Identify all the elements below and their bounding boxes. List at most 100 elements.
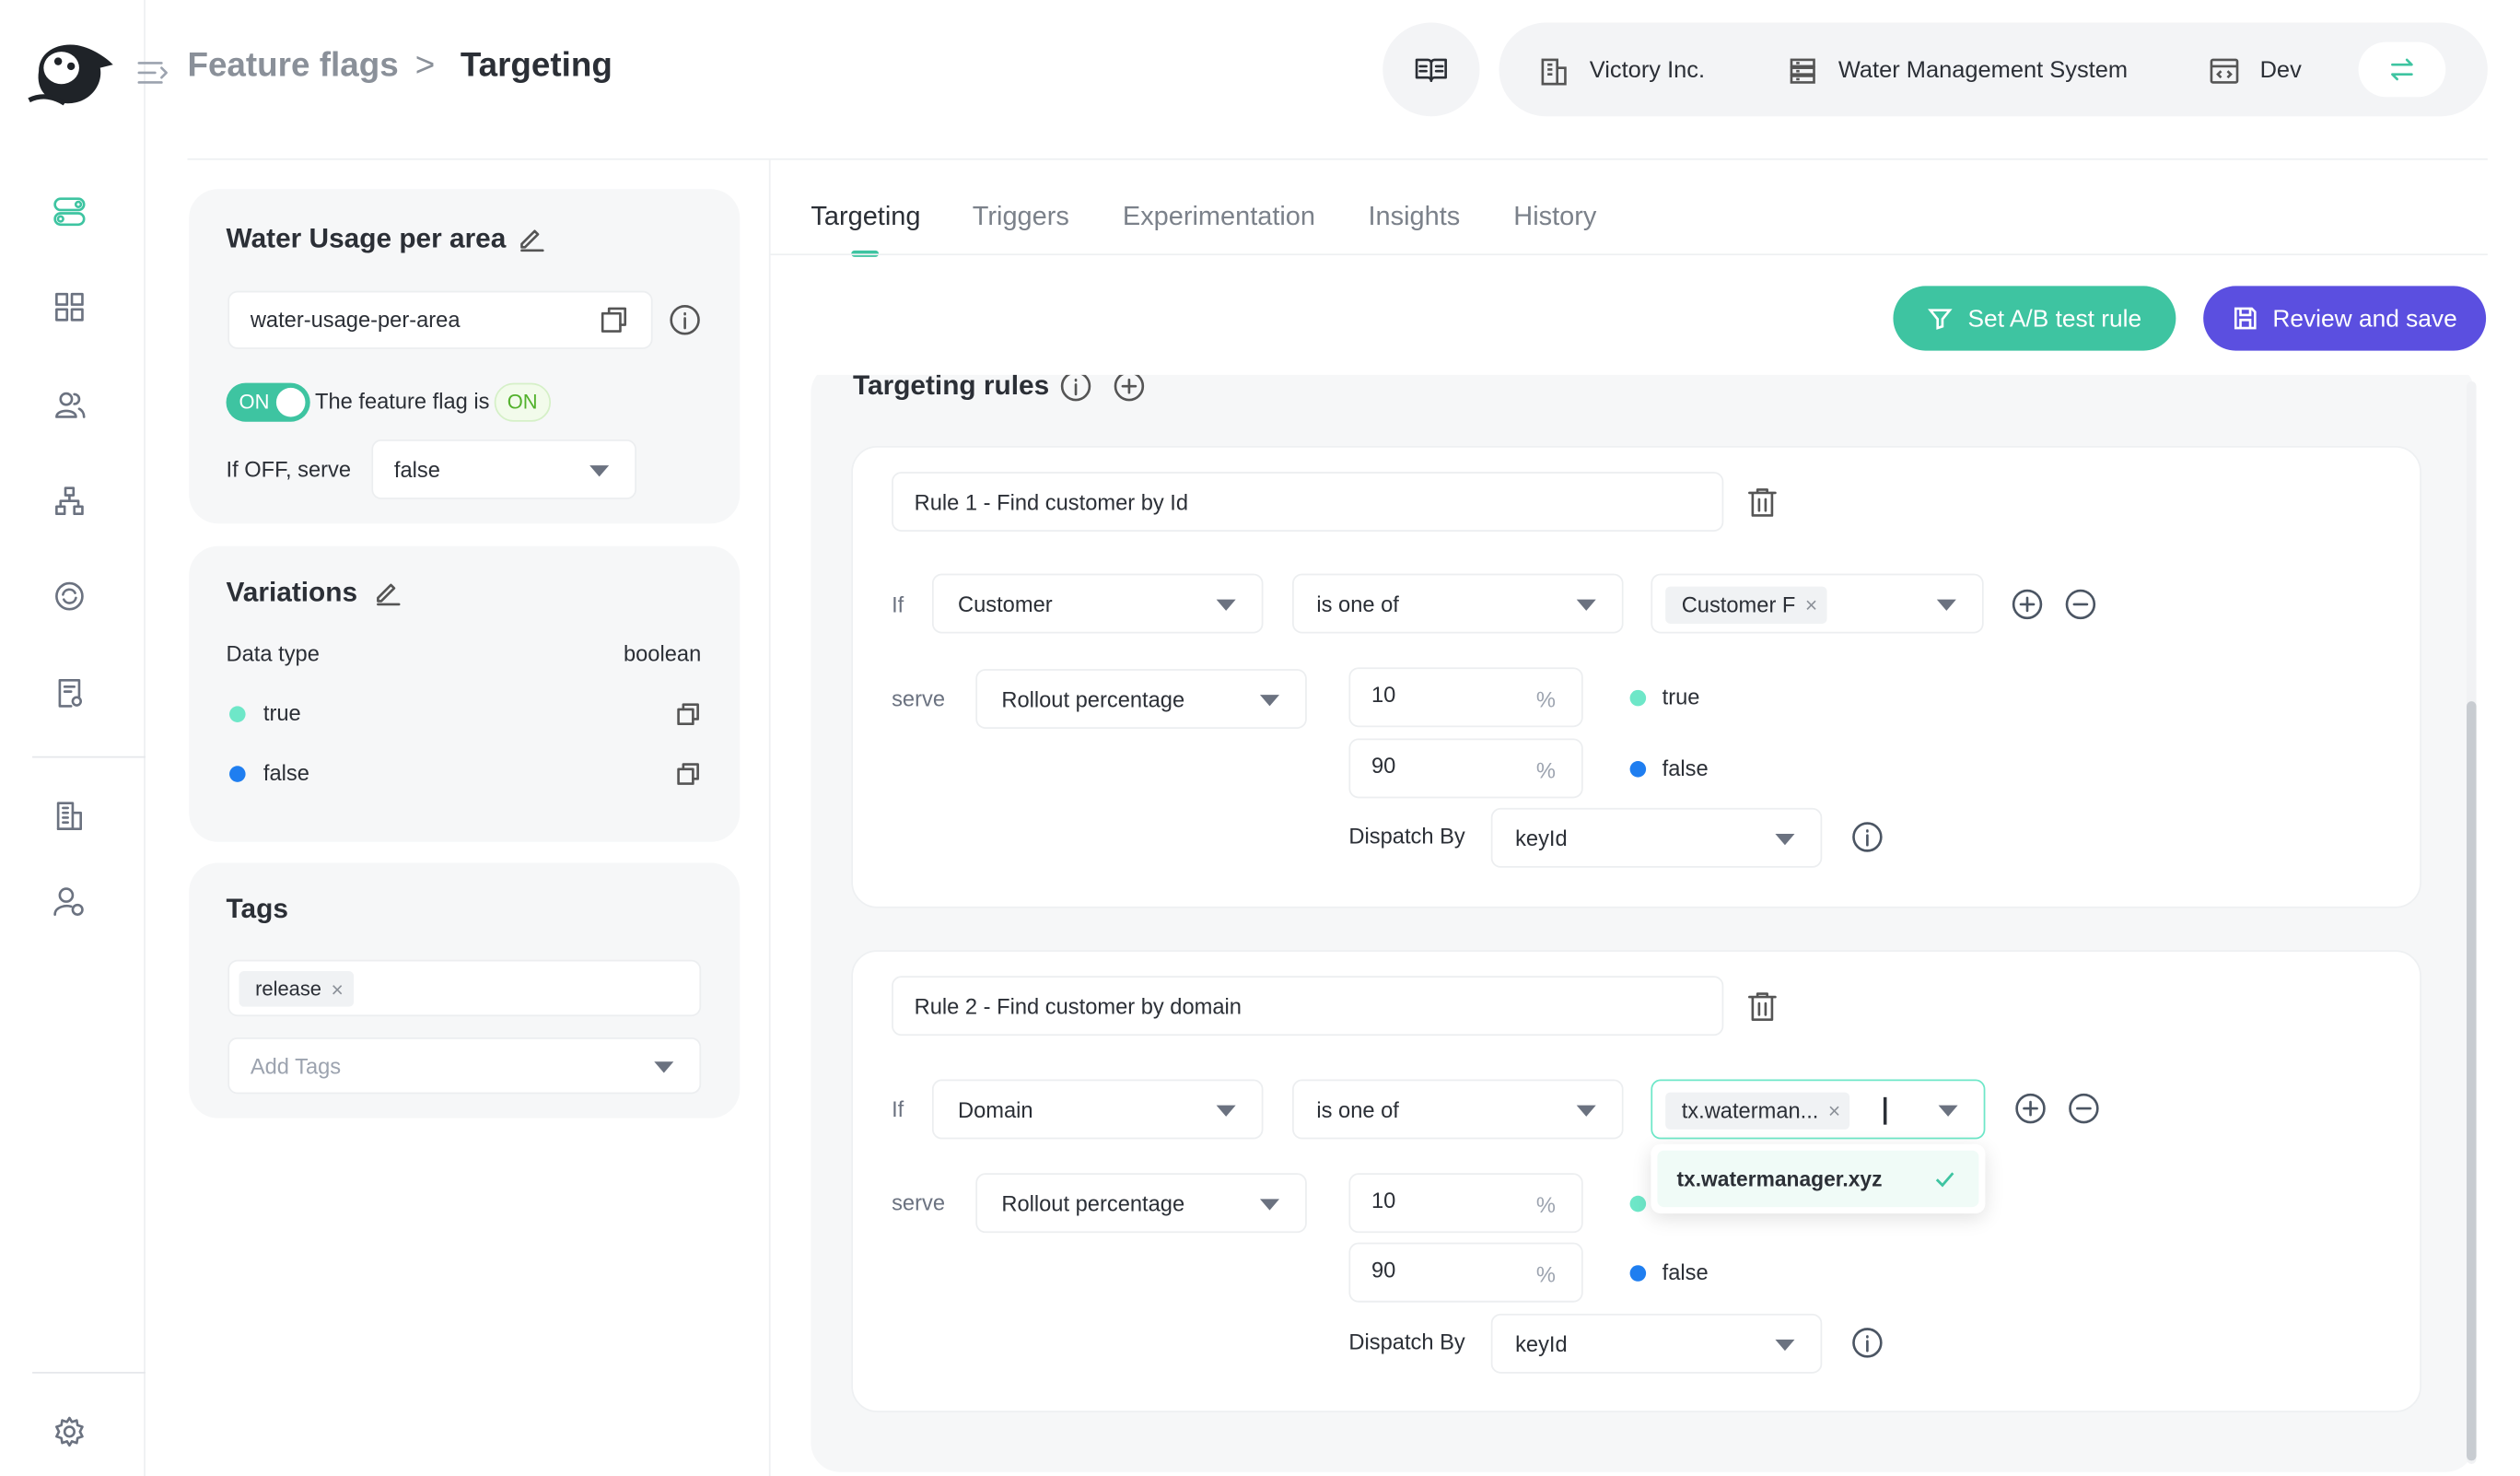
attribute-value: Customer [958, 591, 1053, 616]
report-icon[interactable] [50, 674, 88, 712]
rollout-percent-input[interactable]: 10 % [1348, 1173, 1583, 1234]
dispatch-by-select[interactable]: keyId [1490, 1313, 1823, 1374]
copy-variation-icon[interactable] [675, 701, 701, 727]
tags-input[interactable]: release × [228, 959, 702, 1017]
serve-type-select[interactable]: Rollout percentage [975, 1173, 1307, 1234]
if-label: If [892, 1096, 904, 1122]
environment-name: Dev [2259, 58, 2302, 85]
dropdown-option[interactable]: tx.watermanager.xyz [1657, 1150, 1979, 1208]
remove-value-icon[interactable]: × [1828, 1099, 1840, 1123]
review-and-save-button[interactable]: Review and save [2203, 286, 2487, 351]
scrollbar-thumb[interactable] [2467, 701, 2477, 1461]
attribute-value: Domain [958, 1096, 1033, 1122]
sync-circle-icon[interactable] [50, 577, 88, 615]
dispatch-info-icon[interactable] [1851, 821, 1884, 853]
percent-unit: % [1535, 758, 1556, 783]
values-select[interactable]: Customer F × [1651, 573, 1984, 634]
attribute-select[interactable]: Customer [931, 573, 1264, 634]
chevron-down-icon [1775, 1339, 1795, 1351]
add-tags-select[interactable]: Add Tags [228, 1037, 702, 1095]
delete-rule-icon[interactable] [1746, 486, 1779, 519]
org-selector[interactable]: Victory Inc. [1538, 55, 1705, 88]
building-icon [1541, 58, 1567, 86]
tab-targeting[interactable]: Targeting [811, 202, 920, 232]
dispatch-by-select[interactable]: keyId [1490, 807, 1823, 868]
docs-button[interactable] [1382, 22, 1480, 117]
organization-icon[interactable] [50, 797, 88, 836]
remove-condition-icon[interactable] [2064, 588, 2096, 620]
dashboard-grid-icon[interactable] [50, 287, 88, 326]
remove-tag-icon[interactable]: × [332, 977, 344, 1001]
variation-false-label: false [262, 761, 309, 786]
delete-rule-icon[interactable] [1746, 990, 1779, 1023]
edit-name-icon[interactable] [517, 223, 546, 252]
flag-toggle[interactable]: ON [226, 382, 310, 422]
rollout-variation-label: false [1662, 756, 1709, 781]
chevron-down-icon [589, 464, 610, 476]
flag-key-field[interactable]: water-usage-per-area [228, 290, 653, 349]
off-serve-value: false [393, 457, 440, 482]
tab-history[interactable]: History [1513, 202, 1596, 232]
rollout-percent-input[interactable]: 10 % [1348, 667, 1583, 728]
off-serve-select[interactable]: false [371, 439, 636, 499]
hierarchy-icon[interactable] [50, 482, 88, 521]
tab-triggers[interactable]: Triggers [973, 202, 1069, 232]
operator-select[interactable]: is one of [1292, 573, 1624, 634]
attribute-select[interactable]: Domain [931, 1079, 1264, 1140]
logo-icon[interactable] [26, 36, 116, 111]
remove-value-icon[interactable]: × [1805, 593, 1817, 617]
serve-label: serve [892, 1190, 946, 1215]
rollout-percent-input[interactable]: 90 % [1348, 738, 1583, 799]
percent-unit: % [1535, 1193, 1556, 1218]
remove-condition-icon[interactable] [2068, 1093, 2100, 1125]
variations-title: Variations [226, 577, 358, 608]
chevron-down-icon [1938, 1104, 1958, 1116]
variation-true-dot [1629, 1195, 1647, 1212]
rule-name-input[interactable]: Rule 2 - Find customer by domain [892, 976, 1724, 1037]
info-icon[interactable] [669, 304, 701, 336]
rollout-percent-input[interactable]: 90 % [1348, 1242, 1583, 1303]
chevron-down-icon [1259, 694, 1280, 706]
add-condition-icon[interactable] [2011, 588, 2043, 620]
environment-selector[interactable]: Dev [2208, 55, 2302, 88]
value-chip[interactable]: Customer F × [1665, 586, 1827, 624]
rule-name-input[interactable]: Rule 1 - Find customer by Id [892, 472, 1724, 533]
project-selector[interactable]: Water Management System [1787, 55, 2128, 88]
copy-variation-icon[interactable] [675, 761, 701, 787]
operator-select[interactable]: is one of [1292, 1079, 1624, 1140]
rollout-variation-label: false [1662, 1259, 1709, 1285]
value-chip-label: Customer F [1681, 592, 1796, 617]
edit-variations-icon[interactable] [373, 577, 402, 606]
settings-gear-icon[interactable] [50, 1412, 88, 1451]
tabs-divider [770, 253, 2488, 256]
user-settings-icon[interactable] [50, 883, 88, 921]
add-condition-icon[interactable] [2014, 1093, 2047, 1125]
book-icon [1415, 58, 1447, 83]
breadcrumb-separator: > [414, 46, 436, 85]
users-icon[interactable] [50, 384, 88, 423]
rollout-percent-value: 10 [1371, 682, 1396, 708]
rollout-variation-label: true [1662, 685, 1700, 709]
dispatch-info-icon[interactable] [1851, 1327, 1884, 1359]
page-title: Targeting [460, 46, 612, 85]
copy-key-icon[interactable] [600, 305, 629, 334]
check-icon [1935, 1172, 1954, 1188]
ab-test-rule-button[interactable]: Set A/B test rule [1893, 286, 2176, 351]
values-select[interactable]: tx.waterman... × [1651, 1079, 1986, 1140]
menu-collapse-icon[interactable] [135, 55, 171, 91]
value-chip[interactable]: tx.waterman... × [1665, 1092, 1850, 1130]
tab-experimentation[interactable]: Experimentation [1123, 202, 1315, 232]
operator-value: is one of [1316, 1096, 1399, 1122]
chevron-down-icon [1216, 598, 1236, 611]
tab-insights[interactable]: Insights [1368, 202, 1460, 232]
status-badge: ON [494, 382, 551, 422]
feature-flags-icon[interactable] [50, 193, 88, 231]
tag-chip[interactable]: release × [239, 971, 354, 1007]
switch-context-button[interactable] [2358, 41, 2446, 98]
rule-name: Rule 1 - Find customer by Id [914, 489, 1189, 514]
breadcrumb-parent[interactable]: Feature flags [187, 47, 398, 86]
dispatch-by-value: keyId [1515, 826, 1568, 850]
left-rail [0, 0, 146, 1476]
serve-type-select[interactable]: Rollout percentage [975, 669, 1307, 729]
rollout-percent-value: 90 [1371, 754, 1396, 779]
